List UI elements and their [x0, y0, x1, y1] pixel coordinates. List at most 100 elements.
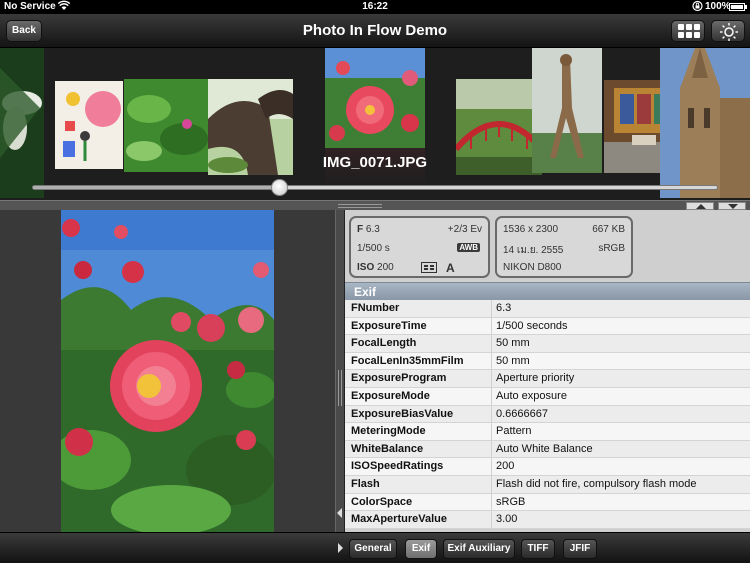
exif-value: 6.3 — [496, 302, 512, 314]
fnumber-value: 6.3 — [365, 224, 380, 235]
exif-key: ExposureTime — [351, 319, 427, 332]
tab-tiff[interactable]: TIFF — [521, 539, 555, 559]
exif-value: 1/500 seconds — [496, 319, 568, 332]
table-row[interactable]: ExposureTime 1/500 seconds — [345, 317, 750, 336]
cover-thumbnail[interactable] — [0, 48, 44, 198]
cover-caption: IMG_0071.JPG — [322, 154, 428, 171]
exif-value: Auto White Balance — [496, 442, 593, 455]
column-divider — [491, 387, 492, 405]
exif-value: 50 mm — [496, 337, 530, 350]
arrow-down-icon — [728, 204, 738, 209]
metering-icon — [421, 262, 437, 276]
cover-thumbnail[interactable] — [660, 48, 750, 198]
expand-right-icon[interactable] — [338, 543, 343, 553]
fnumber-label: F — [357, 224, 364, 235]
exif-key: ISOSpeedRatings — [351, 460, 444, 473]
table-row[interactable]: MaxApertureValue 3.00 — [345, 511, 750, 529]
column-divider — [491, 300, 492, 317]
image-dimensions: 1536 x 2300 — [503, 224, 559, 235]
table-row[interactable]: MeteringMode Pattern — [345, 423, 750, 441]
collapse-up-button[interactable] — [686, 202, 714, 210]
flow-slider[interactable] — [32, 185, 718, 190]
capture-date: 14 เม.ย. 2555 — [503, 245, 564, 256]
tab-general[interactable]: General — [349, 539, 397, 559]
exif-value: 50 mm — [496, 354, 530, 367]
grid-view-button[interactable] — [671, 20, 705, 42]
collapse-left-icon[interactable] — [337, 508, 342, 518]
exif-key: ExposureProgram — [351, 372, 447, 385]
exif-key: WhiteBalance — [351, 442, 424, 455]
flow-slider-fill — [33, 186, 280, 189]
tab-jfif[interactable]: JFIF — [563, 539, 597, 559]
photo-preview-pane — [0, 210, 335, 532]
splitter-grip-icon — [338, 204, 382, 208]
brightness-button[interactable] — [711, 20, 745, 42]
column-divider — [491, 458, 492, 475]
column-divider — [491, 405, 492, 423]
tab-exif-auxiliary[interactable]: Exif Auxiliary — [443, 539, 515, 559]
table-row[interactable]: ColorSpace sRGB — [345, 493, 750, 512]
column-divider — [491, 423, 492, 440]
column-divider — [491, 440, 492, 458]
status-bar: No Service 16:22 100% — [0, 0, 750, 14]
battery-percent: 100% — [705, 1, 731, 12]
table-row[interactable]: FNumber 6.3 — [345, 300, 750, 318]
table-row[interactable]: Flash Flash did not fire, compulsory flas… — [345, 475, 750, 494]
vertical-splitter[interactable] — [335, 210, 345, 532]
exif-value: Aperture priority — [496, 372, 575, 385]
cover-flow[interactable]: IMG_0071.JPG — [0, 48, 750, 200]
battery-tip — [745, 5, 747, 9]
exif-key: MeteringMode — [351, 425, 426, 438]
bottom-toolbar: General Exif Exif Auxiliary TIFF JFIF — [0, 532, 750, 563]
column-divider — [491, 370, 492, 387]
table-row[interactable]: ExposureProgram Aperture priority — [345, 370, 750, 388]
horizontal-splitter[interactable] — [0, 200, 750, 210]
exif-key: ExposureMode — [351, 389, 430, 402]
exif-value: 200 — [496, 460, 515, 473]
iso-label: ISO — [357, 262, 375, 273]
column-divider — [491, 511, 492, 528]
exif-key: MaxApertureValue — [351, 513, 447, 526]
clock: 16:22 — [362, 1, 388, 12]
exif-value: Flash did not fire, compulsory flash mod… — [496, 477, 697, 490]
table-row[interactable]: FocalLenIn35mmFilm 50 mm — [345, 352, 750, 371]
section-header: Exif — [345, 282, 750, 300]
exif-key: Flash — [351, 477, 380, 490]
column-divider — [491, 352, 492, 370]
photo-preview[interactable] — [61, 210, 274, 532]
exif-value: sRGB — [496, 495, 526, 508]
metadata-pane: F 6.3 +2/3 Ev 1/500 s AWB ISO 200 A 1536… — [345, 210, 750, 532]
rotation-lock-icon — [692, 0, 703, 15]
awb-badge: AWB — [457, 243, 480, 252]
iso-value: 200 — [377, 262, 394, 273]
file-summary-card: 1536 x 2300 667 KB 14 เม.ย. 2555 sRGB NI… — [495, 216, 633, 278]
page-title: Photo In Flow Demo — [302, 22, 448, 39]
exif-value: 3.00 — [496, 513, 518, 526]
navigation-bar: Back Photo In Flow Demo — [0, 14, 750, 48]
arrow-up-icon — [696, 204, 706, 209]
expand-down-button[interactable] — [718, 202, 746, 210]
exposure-summary-card: F 6.3 +2/3 Ev 1/500 s AWB ISO 200 A — [349, 216, 490, 278]
column-divider — [491, 335, 492, 352]
column-divider — [491, 475, 492, 493]
exif-key: FNumber — [351, 302, 400, 314]
table-row[interactable]: WhiteBalance Auto White Balance — [345, 440, 750, 459]
table-row[interactable]: ISOSpeedRatings 200 — [345, 458, 750, 476]
column-divider — [491, 493, 492, 511]
cover-thumbnail-selected[interactable] — [325, 48, 425, 148]
exif-table: FNumber 6.3 ExposureTime 1/500 seconds Focal… — [345, 300, 750, 529]
exposure-mode: A — [446, 261, 455, 275]
exif-value: Auto exposure — [496, 389, 567, 402]
tab-exif[interactable]: Exif — [405, 539, 437, 559]
table-row[interactable]: ExposureMode Auto exposure — [345, 387, 750, 406]
table-row[interactable]: FocalLength 50 mm — [345, 335, 750, 353]
exif-key: FocalLenIn35mmFilm — [351, 354, 464, 367]
exif-value: Pattern — [496, 425, 532, 438]
battery-icon — [729, 3, 745, 11]
sun-icon — [720, 23, 738, 41]
file-size: 667 KB — [592, 224, 625, 235]
camera-model: NIKON D800 — [503, 262, 562, 273]
shutter-speed: 1/500 s — [357, 243, 390, 254]
flow-slider-thumb[interactable] — [270, 179, 288, 196]
table-row[interactable]: ExposureBiasValue 0.6666667 — [345, 405, 750, 424]
